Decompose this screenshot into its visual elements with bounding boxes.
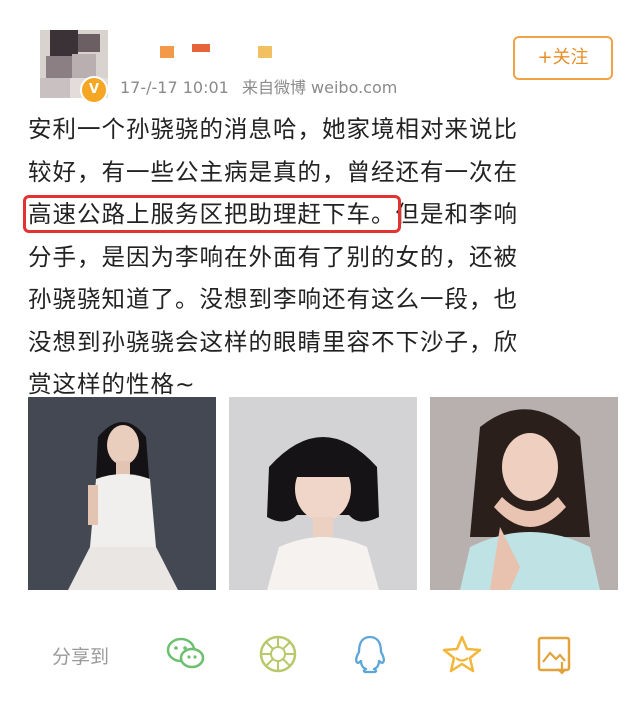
photo-2[interactable] [229,397,417,590]
follow-button[interactable]: +关注 [513,36,613,80]
favorite-star-icon[interactable] [440,632,484,676]
post-line: 分手，是因为李响在外面有了别的女的，还被 [28,242,518,271]
post-body: 安利一个孙骁骁的消息哈，她家境相对来说比 较好，有一些公主病是真的，曾经还有一次… [23,108,618,406]
verified-badge-icon: V [80,76,108,104]
post-line-continuation: 但是和李响 [395,200,518,228]
wechat-icon[interactable] [164,632,208,676]
post-line: 较好，有一些公主病是真的，曾经还有一次在 [28,157,518,186]
share-label: 分享到 [52,646,110,668]
photo-grid [28,397,618,590]
photo-3[interactable] [430,397,618,590]
post-line: 安利一个孙骁骁的消息哈，她家境相对来说比 [28,115,518,143]
share-bar: 分享到 [0,612,640,692]
post-source: 来自微博 weibo.com [241,78,398,97]
username-redacted[interactable] [130,40,290,64]
photo-1[interactable] [28,397,216,590]
post-line: 孙骁骁知道了。没想到李响还有这么一段，也 [28,285,518,313]
save-image-icon[interactable] [532,632,576,676]
highlighted-phrase: 高速公路上服务区把助理赶下车。 [23,195,401,233]
photo-3-image [430,397,618,590]
qq-icon[interactable] [348,632,392,676]
post-timestamp: 17-/-17 10:01 [120,78,229,97]
post-header: V 17-/-17 10:01 来自微博 weibo.com +关注 [0,0,640,110]
post-line: 高速公路上服务区把助理赶下车。但是和李响 [23,193,618,236]
post-line: 没想到孙骁骁会这样的眼睛里容不下沙子，欣 [28,327,518,356]
post-meta: 17-/-17 10:01 来自微博 weibo.com [120,74,405,98]
moments-icon[interactable] [256,632,300,676]
photo-1-image [28,397,216,590]
photo-2-image [229,397,417,590]
